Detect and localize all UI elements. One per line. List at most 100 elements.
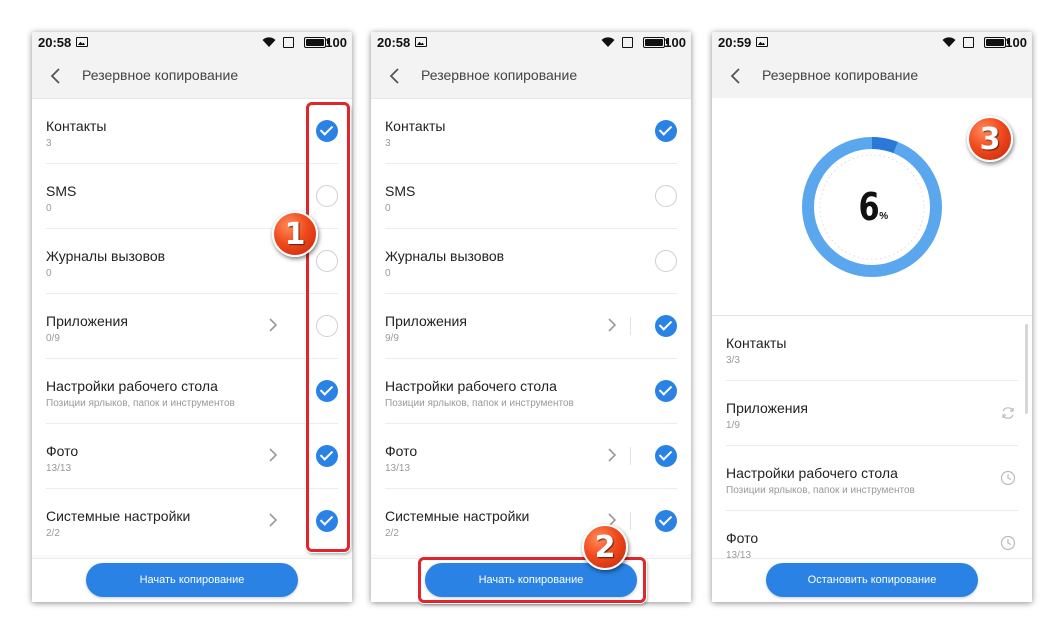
phone-screen-2: 20:58 100 Резервное копирование Контакты… (371, 32, 691, 602)
progress-value: 6 (858, 185, 879, 229)
checked-circle-icon[interactable] (655, 120, 677, 142)
unchecked-circle-icon[interactable] (655, 185, 677, 207)
battery-icon (304, 37, 329, 48)
row-separator (630, 317, 631, 335)
row-content: Контакты 3/3 (726, 316, 1018, 381)
step-badge-1: 1 (272, 211, 318, 257)
row-content: Приложения 9/9 (385, 294, 677, 359)
row-title: Настройки рабочего стола (726, 465, 898, 481)
stop-backup-button[interactable]: Остановить копирование (766, 563, 978, 597)
row-title: Журналы вызовов (46, 248, 166, 264)
checked-circle-icon[interactable] (316, 510, 338, 532)
unchecked-circle-icon[interactable] (316, 250, 338, 272)
backup-row[interactable]: Системные настройки 2/2 (371, 489, 691, 554)
chevron-right-icon[interactable] (607, 318, 617, 332)
row-content: Настройки рабочего стола Позиции ярлыков,… (46, 359, 338, 424)
row-separator (630, 512, 631, 530)
backup-row[interactable]: Системные настройки 2/2 (32, 489, 352, 554)
step-badge-2: 2 (582, 524, 628, 570)
row-subtitle: 3 (46, 138, 52, 149)
backup-row[interactable]: SMS 0 (371, 164, 691, 229)
checked-circle-icon[interactable] (655, 445, 677, 467)
backup-row[interactable]: Контакты 3 (32, 99, 352, 164)
chevron-right-icon[interactable] (607, 448, 617, 462)
row-separator (630, 447, 631, 465)
row-content: Фото 13/13 (46, 424, 338, 489)
backup-row[interactable]: Контакты 3 (371, 99, 691, 164)
backup-row[interactable]: Настройки рабочего стола Позиции ярлыков,… (371, 359, 691, 424)
bottom-bar: Остановить копирование (712, 558, 1032, 602)
battery-percent: 100 (1005, 35, 1027, 50)
status-time: 20:58 (377, 35, 411, 50)
row-content: Контакты 3 (385, 99, 677, 164)
unchecked-circle-icon[interactable] (316, 185, 338, 207)
chevron-right-icon[interactable] (268, 513, 278, 527)
row-title: Приложения (385, 313, 467, 329)
page-title: Резервное копирование (82, 67, 239, 83)
wifi-icon (942, 37, 956, 47)
row-content: SMS 0 (385, 164, 677, 229)
bottom-bar: Начать копирование (371, 558, 691, 602)
backup-row[interactable]: Журналы вызовов 0 (371, 229, 691, 294)
unchecked-circle-icon[interactable] (655, 250, 677, 272)
row-subtitle: 0/9 (46, 333, 60, 344)
status-row[interactable]: Приложения 1/9 (712, 381, 1032, 446)
status-row[interactable]: Настройки рабочего стола Позиции ярлыков,… (712, 446, 1032, 511)
page-title: Резервное копирование (421, 67, 578, 83)
wifi-icon (601, 37, 615, 47)
row-title: Приложения (726, 400, 808, 416)
row-subtitle: 0 (385, 203, 391, 214)
row-title: Фото (726, 530, 759, 546)
checked-circle-icon[interactable] (655, 315, 677, 337)
step-badge-3: 3 (967, 116, 1013, 162)
row-title: Системные настройки (385, 508, 530, 524)
status-row[interactable]: Контакты 3/3 (712, 316, 1032, 381)
row-content: Приложения 0/9 (46, 294, 338, 359)
backup-row[interactable]: Фото 13/13 (32, 424, 352, 489)
backup-item-list: Контакты 3 SMS 0 Журналы вызовов 0 Приложения 0… (32, 98, 352, 558)
backup-row[interactable]: Приложения 0/9 (32, 294, 352, 359)
status-row[interactable]: Фото 13/13 (712, 511, 1032, 558)
back-arrow-icon[interactable] (726, 66, 746, 86)
battery-icon (643, 37, 668, 48)
backup-row[interactable]: Настройки рабочего стола Позиции ярлыков,… (32, 359, 352, 424)
scrollbar[interactable] (1025, 324, 1028, 414)
progress-unit: % (879, 210, 889, 222)
row-title: Контакты (46, 118, 107, 134)
row-subtitle: 13/13 (385, 463, 411, 474)
back-arrow-icon[interactable] (385, 66, 405, 86)
checked-circle-icon[interactable] (316, 120, 338, 142)
image-notification-icon (76, 37, 88, 47)
row-content: Приложения 1/9 (726, 381, 1018, 446)
status-bar: 20:58 100 (32, 32, 352, 54)
row-title: Системные настройки (46, 508, 191, 524)
backup-row[interactable]: Приложения 9/9 (371, 294, 691, 359)
row-content: Настройки рабочего стола Позиции ярлыков,… (385, 359, 677, 424)
row-content: Контакты 3 (46, 99, 338, 164)
battery-icon (984, 37, 1009, 48)
row-title: Журналы вызовов (385, 248, 505, 264)
row-title: Настройки рабочего стола (46, 378, 218, 394)
backup-status-list: Контакты 3/3 Приложения 1/9 Настройки рабоче… (712, 316, 1032, 558)
app-bar: Резервное копирование (32, 54, 352, 98)
checked-circle-icon[interactable] (316, 445, 338, 467)
bottom-bar: Начать копирование (32, 558, 352, 602)
checked-circle-icon[interactable] (316, 380, 338, 402)
row-subtitle: Позиции ярлыков, папок и инструментов (726, 485, 915, 496)
back-arrow-icon[interactable] (46, 66, 66, 86)
chevron-right-icon[interactable] (268, 448, 278, 462)
sim-icon (963, 37, 974, 48)
step-badge-number: 2 (594, 529, 616, 565)
checked-circle-icon[interactable] (655, 380, 677, 402)
unchecked-circle-icon[interactable] (316, 315, 338, 337)
row-title: Фото (385, 443, 418, 459)
row-subtitle: 13/13 (46, 463, 72, 474)
checked-circle-icon[interactable] (655, 510, 677, 532)
row-title: Контакты (726, 335, 787, 351)
chevron-right-icon[interactable] (268, 318, 278, 332)
row-subtitle: 3 (385, 138, 391, 149)
backup-row[interactable]: Фото 13/13 (371, 424, 691, 489)
row-title: Приложения (46, 313, 128, 329)
start-backup-button[interactable]: Начать копирование (86, 563, 298, 597)
row-subtitle: 9/9 (385, 333, 399, 344)
